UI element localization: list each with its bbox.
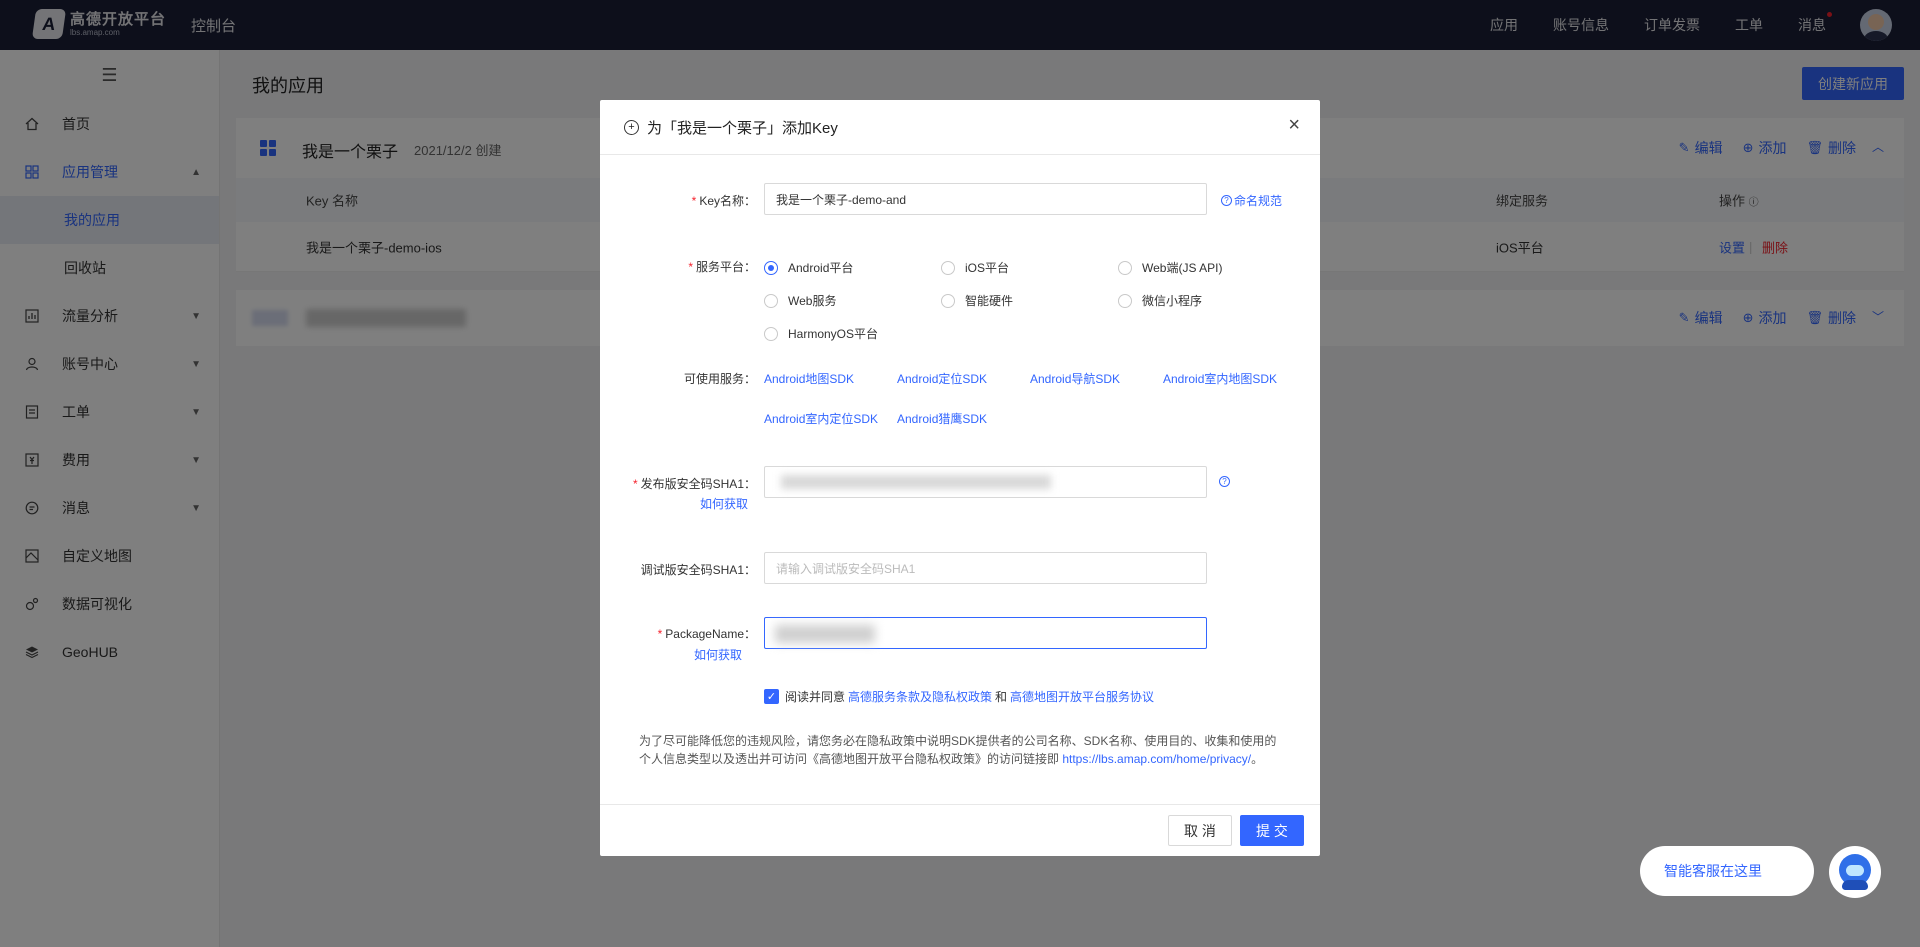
service-android-indoor-map-sdk[interactable]: Android室内地图SDK xyxy=(1163,370,1277,387)
privacy-link[interactable]: https://lbs.amap.com/home/privacy/ xyxy=(1062,752,1251,766)
service-android-falcon-sdk[interactable]: Android猎鹰SDK xyxy=(897,410,987,427)
platform-label: * 服务平台： xyxy=(688,260,756,274)
modal-title: + 为「我是一个栗子」添加Key xyxy=(624,117,838,138)
add-circle-icon: + xyxy=(624,120,639,135)
release-sha1-input[interactable] xyxy=(764,466,1207,498)
debug-sha1-label: 调试版安全码SHA1： xyxy=(640,563,756,577)
add-key-modal: + 为「我是一个栗子」添加Key × * Key名称： 我是一个栗子-demo-a… xyxy=(600,100,1320,856)
customer-service-bubble[interactable]: 智能客服在这里 xyxy=(1640,846,1814,896)
privacy-notice: 为了尽可能降低您的违规风险，请您务必在隐私政策中说明SDK提供者的公司名称、SD… xyxy=(639,732,1279,768)
service-android-map-sdk[interactable]: Android地图SDK xyxy=(764,370,854,387)
radio-harmonyos[interactable]: HarmonyOS平台 xyxy=(764,325,878,342)
naming-rule-link[interactable]: ? 命名规范 xyxy=(1221,192,1282,209)
radio-ios[interactable]: iOS平台 xyxy=(941,259,1009,276)
key-name-input[interactable]: 我是一个栗子-demo-and xyxy=(764,183,1207,215)
agree-and: 和 xyxy=(995,690,1008,704)
notice-end: 。 xyxy=(1251,752,1264,766)
how-to-get-sha1-link[interactable]: 如何获取 xyxy=(600,495,748,512)
services-label: 可使用服务： xyxy=(683,372,756,386)
service-android-location-sdk[interactable]: Android定位SDK xyxy=(897,370,987,387)
close-icon[interactable]: × xyxy=(1288,114,1300,137)
submit-button[interactable]: 提 交 xyxy=(1240,815,1304,846)
help-icon: ? xyxy=(1221,195,1232,206)
help-icon[interactable]: ? xyxy=(1219,476,1230,487)
cancel-button[interactable]: 取 消 xyxy=(1168,815,1232,846)
blurred-sha1-value xyxy=(781,475,1051,489)
radio-wechat-miniprogram[interactable]: 微信小程序 xyxy=(1118,292,1202,309)
release-sha1-label: * 发布版安全码SHA1： xyxy=(632,477,756,491)
service-android-navi-sdk[interactable]: Android导航SDK xyxy=(1030,370,1120,387)
service-terms-link[interactable]: 高德服务条款及隐私权政策 xyxy=(848,688,992,705)
modal-footer: 取 消 提 交 xyxy=(600,804,1320,856)
package-name-input[interactable] xyxy=(764,617,1207,649)
blurred-package-value xyxy=(775,625,875,643)
agree-prefix: 阅读并同意 xyxy=(785,690,846,704)
radio-android[interactable]: Android平台 xyxy=(764,259,853,276)
radio-web-service[interactable]: Web服务 xyxy=(764,292,836,309)
package-name-label: * PackageName： xyxy=(657,627,756,641)
how-to-get-package-link[interactable]: 如何获取 xyxy=(600,646,742,663)
debug-sha1-input[interactable]: 请输入调试版安全码SHA1 xyxy=(764,552,1207,584)
service-android-indoor-location-sdk[interactable]: Android室内定位SDK xyxy=(764,410,878,427)
modal-title-text: 为「我是一个栗子」添加Key xyxy=(647,120,838,137)
agree-checkbox[interactable]: ✓ xyxy=(764,689,779,704)
key-name-label: * Key名称： xyxy=(691,194,756,208)
customer-service-robot-icon[interactable] xyxy=(1829,846,1881,898)
radio-smart-hardware[interactable]: 智能硬件 xyxy=(941,292,1013,309)
agreement-row: ✓ 阅读并同意 高德服务条款及隐私权政策 和 高德地图开放平台服务协议 xyxy=(764,688,1157,705)
platform-agreement-link[interactable]: 高德地图开放平台服务协议 xyxy=(1010,688,1154,705)
radio-web-jsapi[interactable]: Web端(JS API) xyxy=(1118,259,1222,276)
